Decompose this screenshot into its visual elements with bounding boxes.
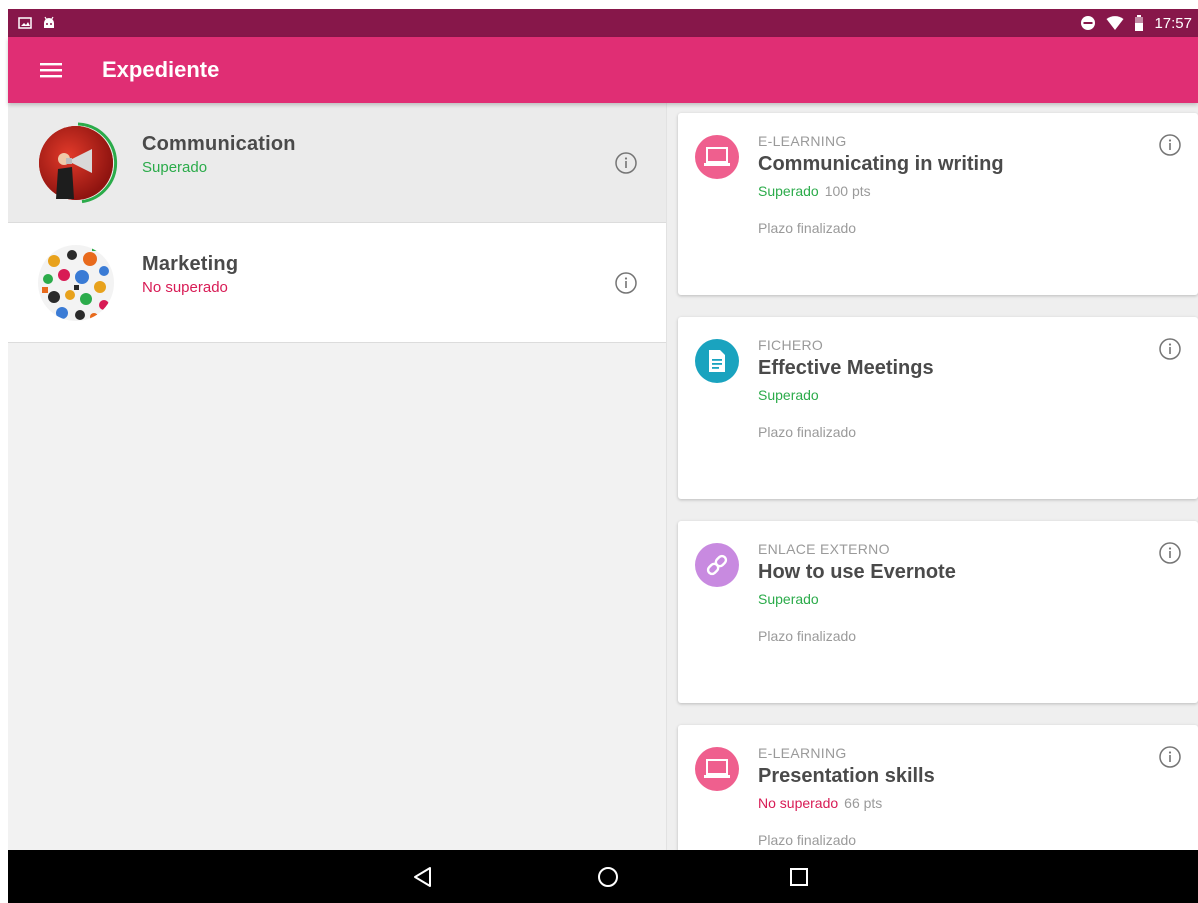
info-icon xyxy=(615,272,637,294)
activity-points: 100 pts xyxy=(824,183,871,199)
activity-type: E-LEARNING xyxy=(758,745,847,761)
info-icon xyxy=(1159,746,1181,768)
activity-status-line: Superado 100 pts xyxy=(758,183,871,199)
activity-title: Presentation skills xyxy=(758,765,935,787)
page-title: Expediente xyxy=(102,57,220,82)
activity-status: Superado xyxy=(758,183,819,199)
activity-status-line: No superado 66 pts xyxy=(758,795,882,811)
course-title: Communication xyxy=(142,133,296,155)
info-icon xyxy=(1159,134,1181,156)
course-list: Communication Superado Marketing No supe… xyxy=(8,103,667,850)
activity-status: Superado xyxy=(758,387,819,403)
recents-button[interactable] xyxy=(786,864,812,890)
activity-info-button[interactable] xyxy=(1158,337,1182,361)
activity-icon-badge xyxy=(695,747,739,791)
course-avatar-marketing xyxy=(34,241,118,325)
activity-status-line: Superado xyxy=(758,387,819,403)
activity-status: No superado xyxy=(758,795,839,811)
laptop-icon xyxy=(704,759,730,778)
android-icon xyxy=(42,16,56,30)
home-icon xyxy=(598,867,618,887)
back-icon xyxy=(414,867,431,887)
activity-card[interactable]: E-LEARNING Presentation skills No supera… xyxy=(678,725,1198,850)
laptop-icon xyxy=(704,147,730,166)
menu-icon xyxy=(40,63,62,78)
activity-type: FICHERO xyxy=(758,337,824,353)
link-icon xyxy=(706,554,728,576)
activity-type: ENLACE EXTERNO xyxy=(758,541,890,557)
course-text: Communication Superado xyxy=(142,133,296,176)
home-button[interactable] xyxy=(595,864,621,890)
battery-icon xyxy=(1134,15,1144,31)
info-icon xyxy=(1159,542,1181,564)
activity-icon-badge xyxy=(695,543,739,587)
course-title: Marketing xyxy=(142,253,239,275)
dnd-icon xyxy=(1080,15,1096,31)
status-time: 17:57 xyxy=(1154,14,1192,32)
app-bar: Expediente xyxy=(8,37,1198,103)
activity-list: E-LEARNING Communicating in writing Supe… xyxy=(668,103,1198,850)
wifi-icon xyxy=(1106,15,1124,31)
activity-info-button[interactable] xyxy=(1158,541,1182,565)
activity-info-button[interactable] xyxy=(1158,745,1182,769)
activity-title: Effective Meetings xyxy=(758,357,934,379)
course-info-button[interactable] xyxy=(614,151,638,175)
activity-points: 66 pts xyxy=(844,795,883,811)
course-text: Marketing No superado xyxy=(142,253,238,296)
navigation-bar xyxy=(8,850,1198,903)
info-icon xyxy=(615,152,637,174)
activity-deadline: Plazo finalizado xyxy=(758,832,857,848)
document-icon xyxy=(709,350,725,372)
activity-status: Superado xyxy=(758,591,819,607)
course-item-marketing[interactable]: Marketing No superado xyxy=(8,223,666,343)
activity-card[interactable]: E-LEARNING Communicating in writing Supe… xyxy=(678,113,1198,295)
activity-status-line: Superado xyxy=(758,591,819,607)
activity-card[interactable]: ENLACE EXTERNO How to use Evernote Super… xyxy=(678,521,1198,703)
activity-card[interactable]: FICHERO Effective Meetings Superado Plaz… xyxy=(678,317,1198,499)
status-left xyxy=(18,16,56,30)
back-button[interactable] xyxy=(410,864,436,890)
activity-title: How to use Evernote xyxy=(758,561,956,583)
activity-type: E-LEARNING xyxy=(758,133,847,149)
gallery-icon xyxy=(18,16,32,30)
course-status: No superado xyxy=(142,279,228,296)
menu-button[interactable] xyxy=(34,53,68,87)
info-icon xyxy=(1159,338,1181,360)
course-item-communication[interactable]: Communication Superado xyxy=(8,103,666,223)
content-area: Communication Superado Marketing No supe… xyxy=(8,103,1198,850)
activity-icon-badge xyxy=(695,135,739,179)
course-info-button[interactable] xyxy=(614,271,638,295)
activity-deadline: Plazo finalizado xyxy=(758,424,857,440)
recents-icon xyxy=(790,868,808,886)
activity-info-button[interactable] xyxy=(1158,133,1182,157)
status-right: 17:57 xyxy=(1080,15,1192,32)
activity-deadline: Plazo finalizado xyxy=(758,220,857,236)
activity-deadline: Plazo finalizado xyxy=(758,628,857,644)
course-status: Superado xyxy=(142,159,208,176)
device-screen: 17:57 Expediente Communication Superado … xyxy=(0,0,1198,903)
course-avatar-communication xyxy=(34,121,118,205)
status-bar: 17:57 xyxy=(8,9,1198,37)
activity-title: Communicating in writing xyxy=(758,153,1004,175)
activity-icon-badge xyxy=(695,339,739,383)
